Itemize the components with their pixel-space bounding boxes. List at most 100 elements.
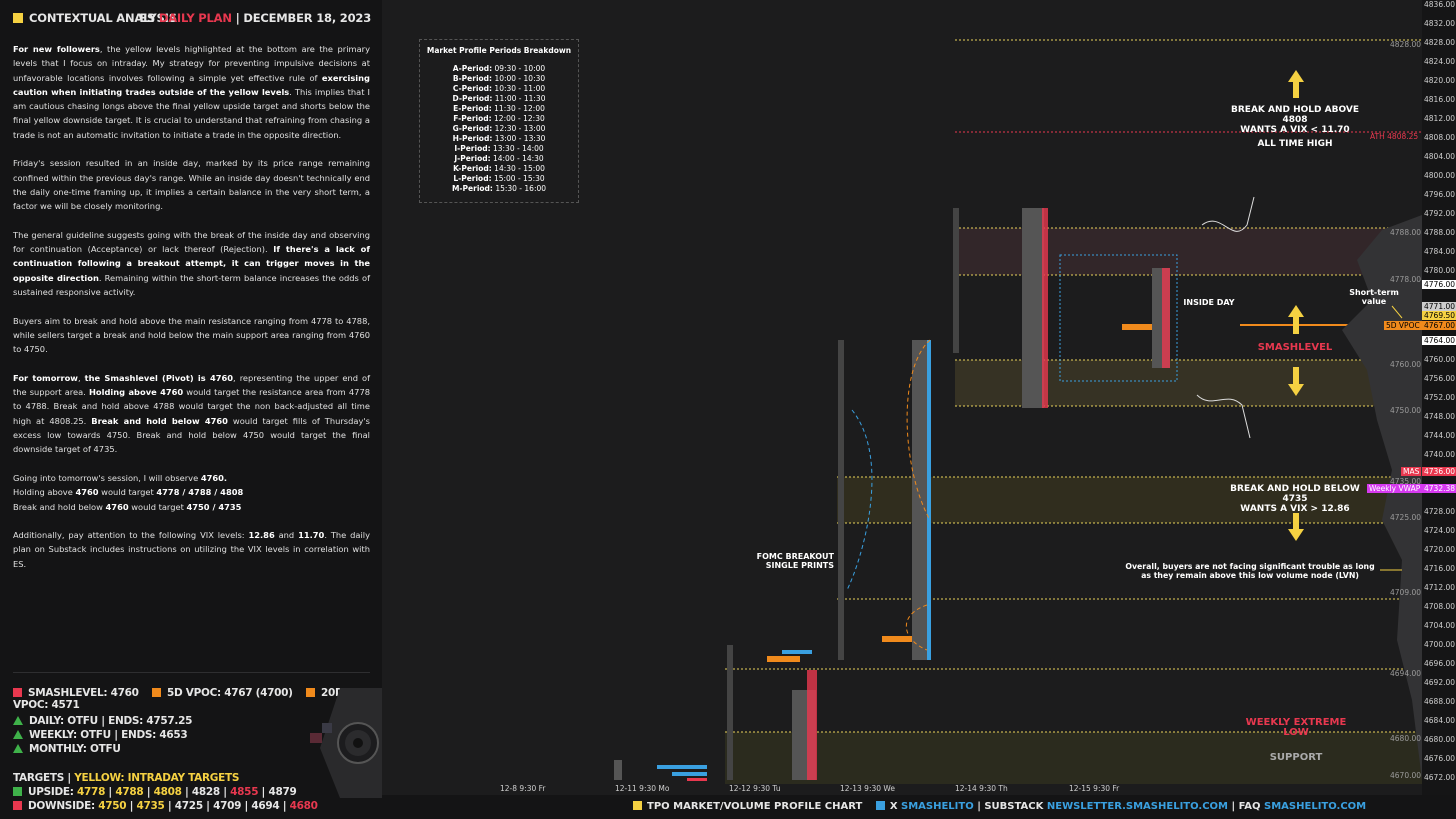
inside-day-label: INSIDE DAY (1183, 298, 1235, 307)
axis-tick: 4784.00 (1424, 247, 1456, 256)
faq-link[interactable]: SMASHELITO.COM (1264, 801, 1366, 812)
symbol: ES (139, 11, 156, 25)
break-below-note: BREAK AND HOLD BELOW 4735 WANTS A VIX > 1… (1230, 484, 1360, 514)
axis-tick: 4788.00 (1424, 228, 1456, 237)
smashlevel-label: SMASHLEVEL (1257, 342, 1333, 353)
weekly-extreme-low-label: WEEKLY EXTREME LOW (1245, 717, 1347, 738)
axis-tick: 4676.00 (1424, 754, 1456, 763)
date-label: 12-11 9:30 Mo (615, 784, 670, 793)
legend-row: H-Period: 13:00 - 13:30 (452, 134, 546, 143)
ath-level-label: ATH 4808.25 (1370, 132, 1419, 141)
mascot-icon (310, 688, 382, 798)
legend-row: I-Period: 13:30 - 14:00 (454, 144, 544, 153)
axis-tick: 4740.00 (1424, 450, 1456, 459)
red-square-icon (13, 801, 22, 810)
upside-targets: UPSIDE: 4778 | 4788 | 4808 | 4828 | 4855… (13, 786, 297, 798)
axis-tick: 4688.00 (1424, 697, 1456, 706)
date-label: 12-8 9:30 Fr (500, 784, 546, 793)
green-square-icon (13, 787, 22, 796)
price-tag: 4771.00 (1422, 302, 1456, 311)
axis-tick: 4824.00 (1424, 57, 1456, 66)
level-label: 4680.00 (1390, 734, 1422, 743)
period-legend: Market Profile Periods Breakdown A-Perio… (419, 39, 579, 203)
chart-label: TPO MARKET/VOLUME PROFILE CHART (647, 801, 863, 812)
axis-tick: 4700.00 (1424, 640, 1456, 649)
up-triangle-icon (13, 730, 23, 739)
axis-tick: 4812.00 (1424, 114, 1456, 123)
paragraph-1: For new followers, the yellow levels hig… (13, 44, 370, 140)
profile-12-11 (614, 760, 707, 781)
axis-tick: 4752.00 (1424, 393, 1456, 402)
divider (13, 672, 370, 673)
legend-row: F-Period: 12:00 - 12:30 (453, 114, 545, 123)
paragraph-7: Additionally, pay attention to the follo… (13, 530, 371, 569)
axis-tick: 4832.00 (1424, 19, 1456, 28)
plan-label: DAILY PLAN (158, 11, 232, 25)
level-label: 4694.00 (1390, 669, 1422, 678)
axis-tick: 4672.00 (1424, 773, 1456, 782)
axis-tick: 4800.00 (1424, 171, 1456, 180)
axis-tick: 4756.00 (1424, 374, 1456, 383)
legend-row: C-Period: 10:30 - 11:00 (452, 84, 546, 93)
price-tag: 4776.00 (1422, 280, 1456, 289)
axis-tick: 4760.00 (1424, 355, 1456, 364)
support-label: SUPPORT (1269, 752, 1323, 763)
paragraph-3: The general guideline suggests going wit… (13, 229, 370, 298)
plan-date: DECEMBER 18, 2023 (243, 11, 371, 25)
level-label: 4778.00 (1390, 275, 1422, 284)
up-triangle-icon (13, 716, 23, 725)
targets-heading: TARGETS | YELLOW: INTRADAY TARGETS (13, 772, 240, 784)
lvn-note: Overall, buyers are not facing significa… (1125, 562, 1375, 580)
ath-label: ALL TIME HIGH (1257, 139, 1333, 149)
legend-row: M-Period: 15:30 - 16:00 (451, 184, 547, 193)
level-label: 4709.00 (1390, 588, 1422, 597)
paragraph-4: Buyers aim to break and hold above the m… (13, 315, 370, 355)
axis-tick: 4804.00 (1424, 152, 1456, 161)
axis-tick: 4720.00 (1424, 545, 1456, 554)
legend-row: G-Period: 12:30 - 13:00 (452, 124, 546, 133)
weekly-status: WEEKLY: OTFU | ENDS: 4653 (13, 729, 188, 741)
break-above-note: BREAK AND HOLD ABOVE 4808 WANTS A VIX < 1… (1231, 105, 1359, 135)
orange-square-icon (151, 688, 161, 697)
mas-tag: MAS (1401, 467, 1422, 476)
short-term-value-label: Short-term value (1349, 288, 1399, 306)
axis-tick: 4712.00 (1424, 583, 1456, 592)
tpo-chart[interactable]: Market Profile Periods Breakdown A-Perio… (382, 0, 1422, 795)
price-axis[interactable]: 4836.00 4832.00 4828.00 4824.00 4820.00 … (1422, 0, 1456, 819)
level-label: 4725.00 (1390, 513, 1422, 522)
price-tag: 4767.00 (1422, 321, 1456, 330)
downside-targets: DOWNSIDE: 4750 | 4735 | 4725 | 4709 | 46… (13, 800, 318, 812)
level-label: 4760.00 (1390, 360, 1422, 369)
paragraph-5: For tomorrow, the Smashlevel (Pivot) is … (13, 372, 370, 455)
legend-row: D-Period: 11:00 - 11:30 (452, 94, 546, 103)
monthly-status: MONTHLY: OTFU (13, 743, 121, 755)
price-tag: 4764.00 (1422, 336, 1456, 345)
blue-square-icon (875, 801, 885, 810)
legend-row: K-Period: 14:30 - 15:00 (453, 164, 545, 173)
substack-link[interactable]: NEWSLETTER.SMASHELITO.COM (1047, 801, 1228, 812)
fomc-note: FOMC BREAKOUT SINGLE PRINTS (756, 552, 834, 570)
axis-tick: 4748.00 (1424, 412, 1456, 421)
axis-tick: 4728.00 (1424, 507, 1456, 516)
analysis-panel: CONTEXTUAL ANALYSIS ES DAILY PLAN | DECE… (0, 0, 382, 819)
x-handle-link[interactable]: SMASHELITO (901, 801, 974, 812)
yellow-square-icon (633, 801, 642, 810)
axis-tick: 4744.00 (1424, 431, 1456, 440)
axis-tick: 4796.00 (1424, 190, 1456, 199)
legend-row: J-Period: 14:00 - 14:30 (454, 154, 544, 163)
legend-row: E-Period: 11:30 - 12:00 (453, 104, 545, 113)
analysis-text: For new followers, the yellow levels hig… (13, 42, 370, 585)
level-label: 4670.00 (1390, 771, 1422, 780)
axis-tick: 4684.00 (1424, 716, 1456, 725)
date-label: 12-15 9:30 Fr (1069, 784, 1120, 793)
date-label: 12-13 9:30 We (840, 784, 895, 793)
axis-tick: 4724.00 (1424, 526, 1456, 535)
axis-tick: 4716.00 (1424, 564, 1456, 573)
price-tag: 4769.50 (1422, 311, 1456, 320)
axis-tick: 4708.00 (1424, 602, 1456, 611)
legend-row: B-Period: 10:00 - 10:30 (452, 74, 546, 83)
level-label: 4788.00 (1390, 228, 1422, 237)
axis-tick: 4692.00 (1424, 678, 1456, 687)
daily-status: DAILY: OTFU | ENDS: 4757.25 (13, 715, 192, 727)
axis-tick: 4828.00 (1424, 38, 1456, 47)
